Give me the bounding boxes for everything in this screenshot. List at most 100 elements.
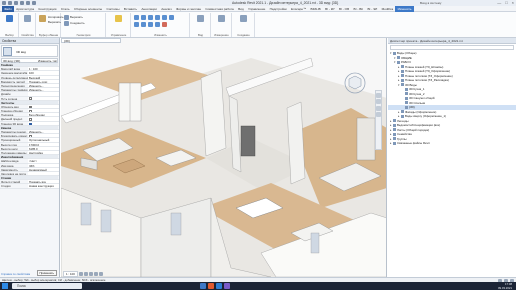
shadows-icon[interactable] (93, 271, 98, 276)
crop-view-icon[interactable] (98, 271, 103, 276)
windows-start-icon[interactable] (2, 283, 8, 289)
browser-app-icon[interactable] (208, 283, 214, 289)
ribbon-tab[interactable]: Архитектура (14, 6, 36, 12)
redo-icon[interactable] (26, 1, 30, 5)
sign-in-link[interactable]: Вход в систему (420, 1, 441, 5)
revit-app-icon[interactable] (216, 283, 222, 289)
ribbon-tab[interactable]: Системы (104, 6, 121, 12)
detail-level-icon[interactable] (78, 271, 83, 276)
steering-wheel-icon[interactable] (376, 92, 381, 98)
delete-icon[interactable] (162, 22, 167, 27)
cut-button[interactable]: Вырезать (48, 20, 61, 24)
property-checkbox[interactable] (28, 117, 59, 121)
measure-icon[interactable] (218, 15, 225, 22)
ribbon-tab[interactable]: Изменить (395, 5, 414, 12)
mirror-icon[interactable] (148, 15, 153, 20)
ribbon-tab[interactable]: Сборные элементы (72, 6, 105, 12)
property-checkbox[interactable] (28, 104, 59, 109)
properties-icon[interactable] (24, 15, 31, 22)
property-value[interactable]: 1 : 100 (28, 67, 59, 71)
sun-path-icon[interactable] (88, 271, 93, 276)
property-value[interactable]: Высокий (28, 75, 59, 79)
property-value[interactable]: Изменить... (28, 88, 59, 92)
properties-help-link[interactable]: Справка по свойствам (1, 272, 30, 276)
checkbox[interactable] (29, 97, 32, 100)
maximize-button[interactable]: □ (505, 0, 507, 5)
property-value[interactable]: Новая конструкция (28, 184, 59, 188)
view-scale[interactable]: 1 : 100 (63, 270, 78, 277)
property-value[interactable]: Изменить... (28, 83, 59, 88)
property-value[interactable]: Изменить... (28, 130, 59, 134)
property-value[interactable]: Ортогональный (28, 138, 59, 142)
edit-type-button[interactable]: Изменить тип (38, 59, 57, 63)
scale-icon[interactable] (155, 22, 160, 27)
explorer-icon[interactable] (200, 283, 206, 289)
property-value[interactable]: {3D} (28, 163, 59, 167)
ribbon-tab[interactable]: BI - КР (323, 6, 337, 12)
close-button[interactable]: × (512, 0, 514, 5)
rotate-icon[interactable] (169, 15, 174, 20)
apply-button[interactable]: Применить (36, 270, 57, 276)
property-value[interactable]: 100 (28, 71, 59, 75)
move-icon[interactable] (155, 15, 160, 20)
ribbon-tab[interactable]: Формы и генплан (174, 6, 203, 12)
checkbox[interactable] (29, 122, 32, 125)
join-geometry-icon[interactable] (64, 21, 69, 26)
orbit-icon[interactable] (376, 112, 381, 117)
checkbox[interactable] (29, 110, 32, 113)
align-icon[interactable] (134, 15, 139, 20)
property-checkbox[interactable] (28, 134, 59, 138)
pan-icon[interactable] (376, 105, 381, 111)
app-icon[interactable] (224, 283, 230, 289)
cut-geometry-icon[interactable] (64, 15, 69, 20)
zoom-icon[interactable] (376, 99, 381, 104)
ribbon-tab[interactable]: BIMLIB (308, 6, 323, 12)
taskbar-search[interactable]: Поиск (12, 283, 82, 289)
property-value[interactable]: 17000,0 (28, 142, 59, 146)
property-value[interactable]: Показать все (28, 180, 59, 184)
ribbon-tab[interactable]: Совместная работа (203, 6, 236, 12)
split-icon[interactable] (141, 22, 146, 27)
browser-tree-item[interactable]: ▸ Связанные файлы Revit (388, 141, 516, 146)
print-icon[interactable] (32, 1, 36, 5)
browser-search-input[interactable] (390, 45, 514, 50)
property-value[interactable]: Показать ориг. (28, 79, 59, 83)
copy-icon[interactable] (162, 15, 167, 20)
open-icon[interactable] (8, 1, 12, 5)
property-value[interactable] (28, 171, 59, 176)
cut-geometry-button[interactable]: Вырезать (70, 15, 83, 19)
ribbon-tab[interactable]: Управление (246, 6, 268, 12)
modify-arrow-icon[interactable] (6, 15, 13, 22)
join-geometry-button[interactable]: Соединить (70, 21, 85, 25)
property-checkbox[interactable] (28, 109, 59, 113)
3d-viewport[interactable]: {3D} 1 : 100 (61, 38, 387, 277)
minimize-button[interactable]: — (497, 0, 501, 5)
paste-icon[interactable] (39, 15, 46, 22)
view-icon[interactable] (197, 15, 204, 22)
create-icon[interactable] (240, 15, 247, 22)
ribbon-tab[interactable]: Вставить (122, 6, 140, 12)
checkbox[interactable] (29, 118, 32, 121)
property-value[interactable]: 6185,0 (28, 146, 59, 150)
ribbon-tab[interactable]: Enscape™ (289, 6, 309, 12)
checkbox[interactable] (29, 105, 32, 109)
ribbon-tab[interactable]: Конструкция (36, 6, 58, 12)
ribbon-tab[interactable]: Modifica (379, 6, 395, 12)
ribbon-tab[interactable]: Сталь (59, 6, 72, 12)
property-value[interactable]: <Нет> (28, 159, 59, 163)
ribbon-tab[interactable]: Аннотации (139, 6, 159, 12)
property-value[interactable]: Независимый (28, 167, 59, 171)
ribbon-tab[interactable]: BI - ОВ (337, 6, 352, 12)
trim-icon[interactable] (134, 22, 139, 27)
view-tab[interactable]: {3D} (61, 38, 121, 43)
property-value[interactable]: Настройка (28, 150, 59, 155)
property-checkbox[interactable] (28, 96, 59, 100)
checkbox[interactable] (29, 135, 32, 138)
offset-icon[interactable] (141, 15, 146, 20)
activate-control-icon[interactable] (115, 15, 122, 22)
ribbon-tab[interactable]: BI - ЭЛ (365, 6, 379, 12)
property-checkbox[interactable] (28, 121, 59, 125)
ribbon-tab[interactable]: Файл (2, 5, 14, 12)
visual-style-icon[interactable] (83, 271, 88, 276)
ribbon-tab[interactable]: Надстройки (267, 6, 288, 12)
